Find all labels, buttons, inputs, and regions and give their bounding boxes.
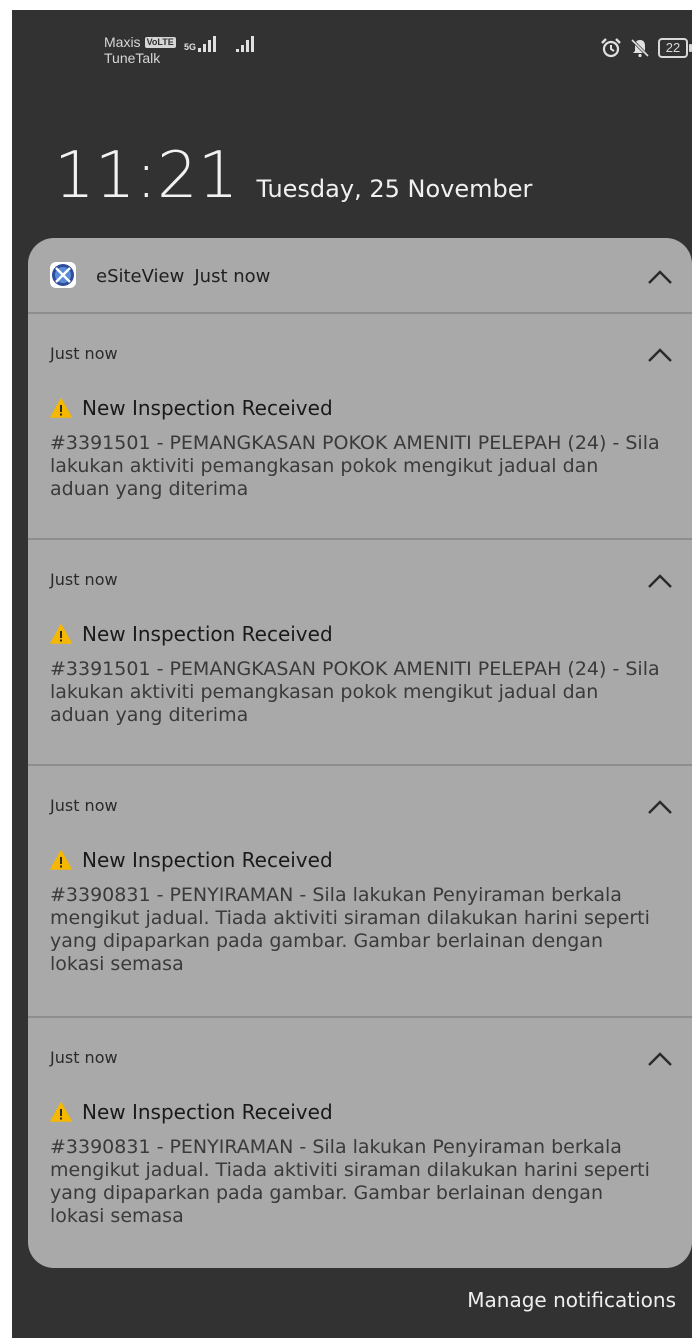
chevron-up-icon[interactable] [646,1050,674,1068]
volte-badge: VoLTE [144,36,176,48]
manage-notifications-button[interactable]: Manage notifications [467,1288,676,1312]
notification-title: New Inspection Received [50,848,333,872]
carrier-1-label: Maxis [104,34,141,50]
notification-time: Just now [50,796,118,815]
notification-title-text: New Inspection Received [82,622,333,646]
notification-group-title: eSiteView Just now [96,266,270,287]
notification-time: Just now [50,1048,118,1067]
carrier-2-label: TuneTalk [104,50,161,66]
carrier-info: Maxis VoLTE TuneTalk [104,34,176,66]
warning-icon [50,624,72,644]
notification-item[interactable]: Just now New Inspection Received #339083… [28,1018,692,1268]
esiteview-app-icon [50,262,76,288]
notification-body: #3391501 - PEMANGKASAN POKOK AMENITI PEL… [50,432,660,500]
status-bar: Maxis VoLTE TuneTalk 5G 22 [12,10,692,80]
notification-time: Just now [50,344,118,363]
signal-icon [198,36,217,52]
notification-item[interactable]: Just now New Inspection Received #339150… [28,540,692,766]
clock-time: 11:21 [54,139,239,213]
chevron-up-icon[interactable] [646,572,674,590]
notification-time: Just now [50,570,118,589]
notification-title: New Inspection Received [50,396,333,420]
status-right: 22 [600,38,692,58]
clock-area: 11:21 Tuesday, 25 November [54,136,532,216]
warning-icon [50,398,72,418]
app-time: Just now [194,266,271,287]
battery-icon: 22 [658,38,692,58]
mute-icon [630,38,650,58]
notification-title-text: New Inspection Received [82,1100,333,1124]
lock-screen: Maxis VoLTE TuneTalk 5G 22 11:21 Tuesday… [12,10,692,1338]
notification-title-text: New Inspection Received [82,396,333,420]
clock-date: Tuesday, 25 November [256,175,533,203]
notification-group-header[interactable]: eSiteView Just now [28,238,692,314]
app-name: eSiteView [96,266,185,287]
signal-indicators: 5G [184,36,258,52]
notification-group-card[interactable]: eSiteView Just now Just now New Inspectio… [28,238,692,1268]
notification-title: New Inspection Received [50,1100,333,1124]
chevron-up-icon[interactable] [646,268,674,286]
notification-item[interactable]: Just now New Inspection Received #339150… [28,314,692,540]
chevron-up-icon[interactable] [646,346,674,364]
notification-item[interactable]: Just now New Inspection Received #339083… [28,766,692,1018]
network-type-label: 5G [184,42,197,52]
alarm-icon [601,38,621,58]
warning-icon [50,1102,72,1122]
notification-title-text: New Inspection Received [82,848,333,872]
signal-icon [236,36,255,52]
notification-title: New Inspection Received [50,622,333,646]
notification-body: #3390831 - PENYIRAMAN - Sila lakukan Pen… [50,1136,650,1227]
warning-icon [50,850,72,870]
battery-level: 22 [658,38,688,58]
notification-body: #3391501 - PEMANGKASAN POKOK AMENITI PEL… [50,658,660,726]
chevron-up-icon[interactable] [646,798,674,816]
notification-body: #3390831 - PENYIRAMAN - Sila lakukan Pen… [50,884,650,975]
